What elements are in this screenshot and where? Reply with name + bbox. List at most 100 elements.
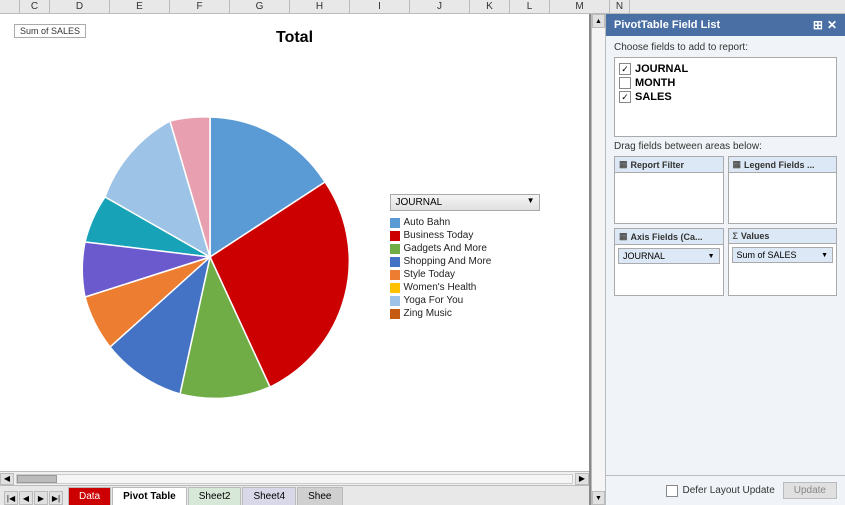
sales-checkbox[interactable] (619, 91, 631, 103)
legend-color-style (390, 270, 400, 280)
pivot-config-icon[interactable]: ⊞ (813, 18, 823, 32)
scroll-v-track[interactable] (592, 28, 605, 491)
defer-label-container: Defer Layout Update (666, 485, 774, 497)
legend-fields-body[interactable] (729, 173, 837, 223)
values-body[interactable]: Sum of SALES ▼ (729, 244, 837, 294)
sum-sales-arrow[interactable]: ▼ (821, 252, 828, 259)
tab-data[interactable]: Data (68, 487, 111, 505)
scroll-left-btn[interactable]: ◀ (0, 473, 14, 485)
scroll-down-btn[interactable]: ▼ (592, 491, 605, 505)
legend-item-shopping: Shopping And More (390, 256, 540, 267)
legend-color-zing (390, 309, 400, 319)
tab-nav-next[interactable]: ▶ (34, 491, 48, 505)
pie-svg (50, 97, 370, 417)
axis-journal-name: JOURNAL (623, 251, 665, 261)
legend-item-zing: Zing Music (390, 308, 540, 319)
legend-label-womens: Women's Health (404, 282, 477, 293)
report-filter-header: ▦ Report Filter (615, 157, 723, 173)
choose-fields-label: Choose fields to add to report: (614, 42, 837, 53)
axis-fields-box: ▦ Axis Fields (Ca... JOURNAL ▼ (614, 228, 724, 296)
vertical-scrollbar[interactable]: ▲ ▼ (591, 14, 605, 505)
pivot-panel-header: PivotTable Field List ⊞ ✕ (606, 14, 845, 36)
legend-item-style: Style Today (390, 269, 540, 280)
defer-checkbox[interactable] (666, 485, 678, 497)
pivot-close-icon[interactable]: ✕ (827, 18, 837, 32)
tab-sheet4[interactable]: Sheet4 (242, 487, 296, 505)
tab-nav-first[interactable]: |◀ (4, 491, 18, 505)
horizontal-scrollbar[interactable]: ◀ ▶ (0, 471, 589, 485)
legend-fields-header: ▦ Legend Fields ... (729, 157, 837, 173)
scroll-up-btn[interactable]: ▲ (592, 14, 605, 28)
drag-fields-label: Drag fields between areas below: (614, 141, 837, 152)
legend-fields-box: ▦ Legend Fields ... (728, 156, 838, 224)
col-h: H (290, 0, 350, 13)
col-n: N (610, 0, 630, 13)
month-label: MONTH (635, 77, 675, 89)
values-header: Σ Values (729, 229, 837, 244)
tab-sheet-extra[interactable]: Shee (297, 487, 342, 505)
journal-checkbox[interactable] (619, 63, 631, 75)
tab-nav-last[interactable]: ▶| (49, 491, 63, 505)
journal-label: JOURNAL (635, 63, 688, 75)
col-j: J (410, 0, 470, 13)
axis-fields-label: Axis Fields (Ca... (631, 232, 703, 242)
field-list-section: Choose fields to add to report: JOURNAL … (606, 36, 845, 141)
pivot-areas-section: Drag fields between areas below: ▦ Repor… (606, 141, 845, 296)
pivot-footer: Defer Layout Update Update (606, 475, 845, 505)
legend-dropdown[interactable]: JOURNAL (390, 194, 540, 211)
tab-nav-prev[interactable]: ◀ (19, 491, 33, 505)
legend-label-shopping: Shopping And More (404, 256, 492, 267)
scroll-thumb-h[interactable] (17, 475, 57, 483)
legend-label-style: Style Today (404, 269, 456, 280)
field-list: JOURNAL MONTH SALES (614, 57, 837, 137)
legend-item-autobahn: Auto Bahn (390, 217, 540, 228)
col-l: L (510, 0, 550, 13)
values-icon: Σ (733, 231, 738, 241)
legend-color-womens (390, 283, 400, 293)
update-button[interactable]: Update (783, 482, 837, 499)
values-label: Values (741, 231, 770, 241)
col-d: D (50, 0, 110, 13)
report-filter-icon: ▦ (619, 159, 628, 170)
scroll-right-btn[interactable]: ▶ (575, 473, 589, 485)
chart-body: JOURNAL Auto Bahn Business Today Gadgets… (10, 52, 579, 461)
pie-chart[interactable] (50, 97, 370, 417)
col-g: G (230, 0, 290, 13)
pivot-panel-title: PivotTable Field List (614, 19, 720, 31)
pivot-panel: PivotTable Field List ⊞ ✕ Choose fields … (605, 14, 845, 505)
axis-journal-arrow[interactable]: ▼ (708, 253, 715, 260)
field-journal[interactable]: JOURNAL (619, 62, 832, 76)
legend-label-businesstoday: Business Today (404, 230, 474, 241)
axis-fields-icon: ▦ (619, 231, 628, 242)
legend-color-yoga (390, 296, 400, 306)
sales-label: SALES (635, 91, 672, 103)
report-filter-box: ▦ Report Filter (614, 156, 724, 224)
col-f: F (170, 0, 230, 13)
sum-sales-name: Sum of SALES (737, 250, 797, 260)
legend-label-zing: Zing Music (404, 308, 452, 319)
scroll-track[interactable] (16, 474, 573, 484)
legend-item-businesstoday: Business Today (390, 230, 540, 241)
axis-fields-body[interactable]: JOURNAL ▼ (615, 245, 723, 295)
axis-journal-tag[interactable]: JOURNAL ▼ (618, 248, 720, 264)
legend-color-autobahn (390, 218, 400, 228)
values-box: Σ Values Sum of SALES ▼ (728, 228, 838, 296)
tab-sheet2[interactable]: Sheet2 (188, 487, 242, 505)
report-filter-label: Report Filter (631, 160, 685, 170)
legend-item-yoga: Yoga For You (390, 295, 540, 306)
field-month[interactable]: MONTH (619, 76, 832, 90)
pivot-header-icons: ⊞ ✕ (813, 18, 837, 32)
field-sales[interactable]: SALES (619, 90, 832, 104)
report-filter-body[interactable] (615, 173, 723, 223)
tab-bar: |◀ ◀ ▶ ▶| Data Pivot Table Sheet2 Sheet4… (0, 485, 589, 505)
legend-color-gadgets (390, 244, 400, 254)
legend-item-gadgets: Gadgets And More (390, 243, 540, 254)
legend-label-yoga: Yoga For You (404, 295, 464, 306)
column-headers: C D E F G H I J K L M N (0, 0, 845, 14)
spreadsheet-area: Sum of SALES Total (0, 14, 591, 505)
month-checkbox[interactable] (619, 77, 631, 89)
sum-sales-tag[interactable]: Sum of SALES ▼ (732, 247, 834, 263)
tab-pivot-table[interactable]: Pivot Table (112, 487, 187, 505)
col-e: E (110, 0, 170, 13)
chart-title: Total (10, 29, 579, 47)
